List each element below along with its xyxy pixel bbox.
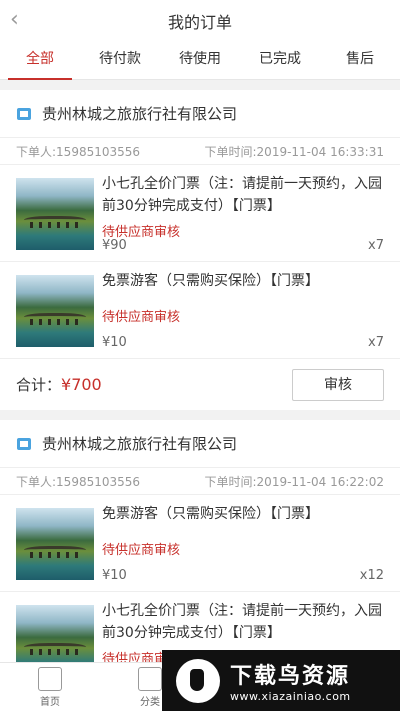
- order-meta: 下单人:15985103556 下单时间:2019-11-04 16:33:31: [0, 138, 400, 164]
- nav-home-label: 首页: [40, 697, 60, 708]
- order-item[interactable]: 免票游客（只需购买保险）【门票】 待供应商审核 ¥10 x7: [0, 261, 400, 358]
- order-card[interactable]: 贵州林城之旅旅行社有限公司 下单人:15985103556 下单时间:2019-…: [0, 90, 400, 410]
- item-quantity: x7: [368, 238, 384, 253]
- product-name: 小七孔全价门票（注：请提前一天预约，入园前30分钟完成支付）【门票】: [102, 176, 382, 214]
- bird-logo-icon: [176, 658, 220, 703]
- shop-name: 贵州林城之旅旅行社有限公司: [42, 105, 238, 123]
- tab-after-sale[interactable]: 售后: [320, 40, 400, 79]
- total-label: 合计：¥700: [16, 375, 102, 394]
- item-quantity: x7: [368, 335, 384, 350]
- shop-icon: [17, 107, 31, 120]
- order-item[interactable]: 小七孔全价门票（注：请提前一天预约，入园前30分钟完成支付）【门票】 待供应商审…: [0, 164, 400, 261]
- watermark-overlay: 下载鸟资源 www.xiazainiao.com: [162, 650, 400, 711]
- review-button[interactable]: 审核: [292, 368, 384, 401]
- category-icon: [138, 667, 162, 691]
- order-time: 下单时间:2019-11-04 16:33:31: [204, 144, 385, 159]
- product-name: 免票游客（只需购买保险）【门票】: [102, 273, 319, 289]
- order-meta: 下单人:15985103556 下单时间:2019-11-04 16:22:02: [0, 468, 400, 494]
- watermark-url: www.xiazainiao.com: [230, 690, 351, 703]
- item-quantity: x12: [359, 568, 384, 583]
- tab-all[interactable]: 全部: [0, 40, 80, 80]
- order-tabs: 全部 待付款 待使用 已完成 售后: [0, 40, 400, 80]
- product-thumbnail: [16, 508, 94, 580]
- order-item[interactable]: 免票游客（只需购买保险）【门票】 待供应商审核 ¥10 x12: [0, 494, 400, 591]
- order-time: 下单时间:2019-11-04 16:22:02: [204, 474, 385, 489]
- item-price: ¥10: [102, 568, 127, 583]
- order-list: 贵州林城之旅旅行社有限公司 下单人:15985103556 下单时间:2019-…: [0, 90, 400, 698]
- item-info: 免票游客（只需购买保险）【门票】 待供应商审核 ¥10 x12: [102, 503, 384, 583]
- product-thumbnail: [16, 178, 94, 250]
- item-info: 免票游客（只需购买保险）【门票】 待供应商审核 ¥10 x7: [102, 270, 384, 350]
- total-amount: ¥700: [61, 375, 102, 394]
- item-info: 小七孔全价门票（注：请提前一天预约，入园前30分钟完成支付）【门票】 待供应商审…: [102, 173, 384, 253]
- product-thumbnail: [16, 275, 94, 347]
- home-icon: [38, 667, 62, 691]
- page-title: 我的订单: [167, 13, 232, 32]
- item-price: ¥10: [102, 335, 127, 350]
- item-status: 待供应商审核: [102, 543, 181, 558]
- item-status: 待供应商审核: [102, 310, 181, 325]
- order-total-row: 合计：¥700 审核: [0, 358, 400, 410]
- item-price: ¥90: [102, 238, 127, 253]
- nav-home[interactable]: 首页: [25, 667, 75, 708]
- buyer-phone: 下单人:15985103556: [16, 474, 141, 489]
- header-bar: ‹ 我的订单: [0, 0, 400, 40]
- nav-category-label: 分类: [140, 697, 160, 708]
- buyer-phone: 下单人:15985103556: [16, 144, 141, 159]
- shop-header: 贵州林城之旅旅行社有限公司: [0, 420, 400, 468]
- tab-completed[interactable]: 已完成: [240, 40, 320, 79]
- shop-name: 贵州林城之旅旅行社有限公司: [42, 435, 238, 453]
- shop-icon: [17, 437, 31, 450]
- product-name: 免票游客（只需购买保险）【门票】: [102, 506, 319, 522]
- shop-header: 贵州林城之旅旅行社有限公司: [0, 90, 400, 138]
- watermark-title: 下载鸟资源: [230, 664, 351, 689]
- order-card[interactable]: 贵州林城之旅旅行社有限公司 下单人:15985103556 下单时间:2019-…: [0, 420, 400, 688]
- tab-to-use[interactable]: 待使用: [160, 40, 240, 79]
- product-name: 小七孔全价门票（注：请提前一天预约，入园前30分钟完成支付）【门票】: [102, 603, 382, 641]
- item-status: 待供应商审核: [102, 225, 181, 240]
- tab-pending-payment[interactable]: 待付款: [80, 40, 160, 79]
